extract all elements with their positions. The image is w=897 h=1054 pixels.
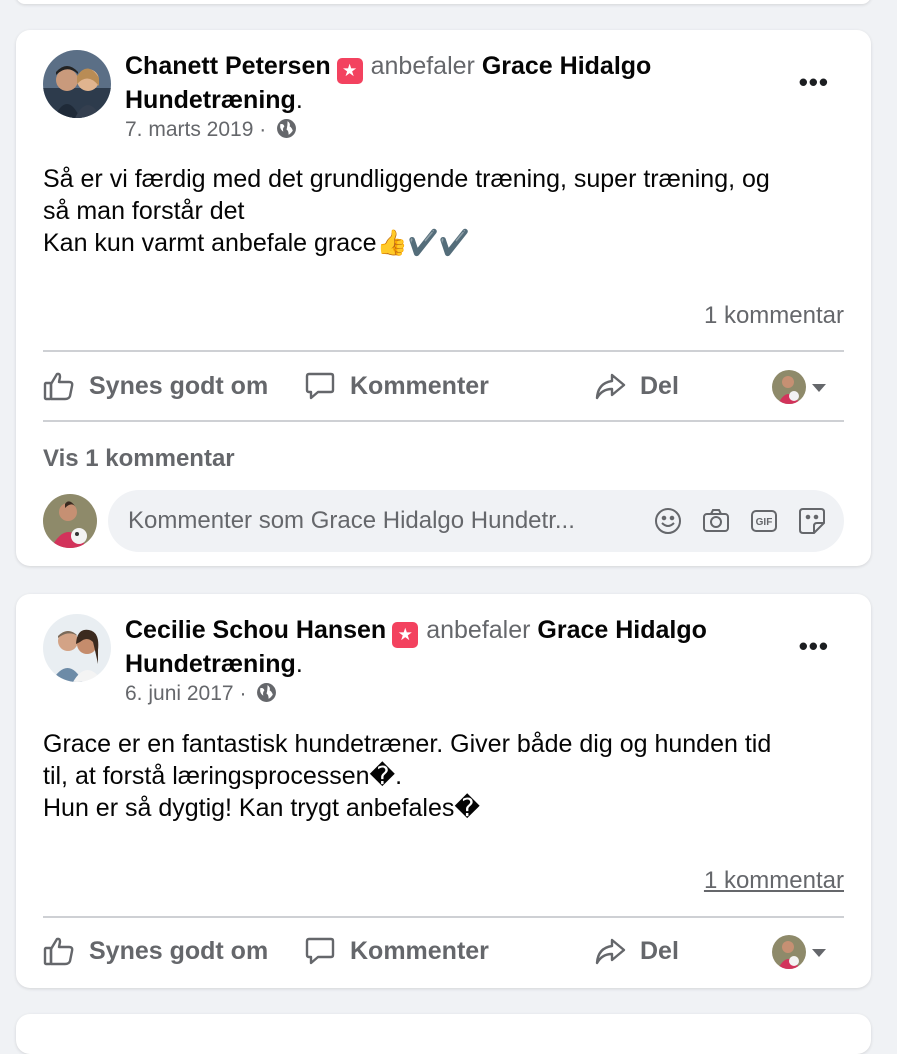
share-button[interactable]: Del — [594, 370, 679, 402]
like-label: Synes godt om — [89, 371, 269, 400]
post-header: Chanett Petersen ★ anbefaler Grace Hidalgo… — [125, 50, 785, 117]
recommendation-post: Cecilie Schou Hansen ★ anbefaler Grace Hid… — [16, 594, 871, 988]
post-meta: 7. marts 2019 · — [125, 118, 297, 145]
globe-icon — [256, 682, 277, 709]
share-label: Del — [640, 936, 679, 965]
next-post-card — [16, 1014, 871, 1054]
recommendation-post: Chanett Petersen ★ anbefaler Grace Hidalgo… — [16, 30, 871, 566]
gif-icon[interactable]: GIF — [749, 506, 779, 536]
page-name-line1[interactable]: Grace Hidalgo — [537, 616, 707, 644]
comment-count[interactable]: 1 kommentar — [704, 867, 844, 895]
meta-separator: · — [239, 682, 247, 705]
like-label: Synes godt om — [89, 936, 269, 965]
post-body: Grace er en fantastisk hundetræner. Give… — [43, 728, 843, 824]
audience-dropdown-caret-icon[interactable] — [812, 949, 826, 957]
post-body: Så er vi færdig med det grundliggende tr… — [43, 163, 843, 259]
header-period: . — [295, 86, 303, 114]
reaction-profile-avatar[interactable] — [772, 370, 806, 404]
share-label: Del — [640, 371, 679, 400]
comment-button[interactable]: Kommenter — [304, 370, 489, 402]
post-text-line: Kan kun varmt anbefale grace👍✔️✔️ — [43, 229, 470, 257]
more-options-icon[interactable]: ••• — [799, 69, 829, 95]
like-button[interactable]: Synes godt om — [43, 935, 268, 967]
comment-count[interactable]: 1 kommentar — [704, 302, 844, 330]
author-name[interactable]: Cecilie Schou Hansen — [125, 616, 386, 644]
recommend-star-icon: ★ — [336, 58, 363, 84]
post-text-line: Hun er så dygtig! Kan trygt anbefales� — [43, 794, 480, 822]
divider — [43, 350, 844, 352]
page-name-line2[interactable]: Hundetræning — [125, 86, 296, 114]
comment-button[interactable]: Kommenter — [304, 935, 489, 967]
post-text-line: til, at forstå læringsprocessen�. — [43, 762, 403, 790]
more-options-icon[interactable]: ••• — [799, 633, 829, 659]
comment-composer: GIF — [108, 490, 844, 552]
reaction-profile-avatar[interactable] — [772, 935, 806, 969]
post-text-line: Grace er en fantastisk hundetræner. Give… — [43, 730, 772, 758]
meta-separator: · — [259, 118, 267, 141]
camera-icon[interactable] — [701, 506, 731, 536]
recommend-star-icon: ★ — [392, 622, 419, 648]
comment-input[interactable] — [128, 490, 628, 552]
post-date[interactable]: 6. juni 2017 — [125, 682, 234, 705]
share-arrow-icon — [595, 938, 626, 965]
author-avatar[interactable] — [43, 50, 111, 118]
globe-icon — [276, 118, 297, 145]
thumbs-up-icon — [43, 372, 74, 401]
comment-bubble-icon — [305, 372, 335, 400]
page-name-line1[interactable]: Grace Hidalgo — [482, 52, 652, 80]
divider — [43, 916, 844, 918]
post-text-line: Så er vi færdig med det grundliggende tr… — [43, 165, 770, 193]
emoji-icon[interactable] — [653, 506, 683, 536]
share-arrow-icon — [595, 373, 626, 400]
composer-avatar — [43, 494, 97, 548]
previous-post-card — [16, 0, 871, 4]
recommend-verb: anbefaler — [426, 616, 531, 644]
thumbs-up-icon — [43, 937, 74, 966]
recommend-verb: anbefaler — [370, 52, 475, 80]
page-name-line2[interactable]: Hundetræning — [125, 650, 296, 678]
svg-text:GIF: GIF — [756, 517, 773, 528]
author-avatar[interactable] — [43, 614, 111, 682]
divider — [43, 420, 844, 422]
post-meta: 6. juni 2017 · — [125, 682, 277, 709]
like-button[interactable]: Synes godt om — [43, 370, 268, 402]
post-text-line: så man forstår det — [43, 197, 245, 225]
comment-bubble-icon — [305, 937, 335, 965]
header-period: . — [295, 650, 303, 678]
comment-label: Kommenter — [350, 371, 489, 400]
audience-dropdown-caret-icon[interactable] — [812, 384, 826, 392]
post-date[interactable]: 7. marts 2019 — [125, 118, 253, 141]
post-header: Cecilie Schou Hansen ★ anbefaler Grace Hid… — [125, 614, 785, 681]
view-comments-link[interactable]: Vis 1 kommentar — [43, 445, 235, 473]
comment-label: Kommenter — [350, 936, 489, 965]
sticker-icon[interactable] — [797, 506, 827, 536]
author-name[interactable]: Chanett Petersen — [125, 52, 331, 80]
share-button[interactable]: Del — [594, 935, 679, 967]
